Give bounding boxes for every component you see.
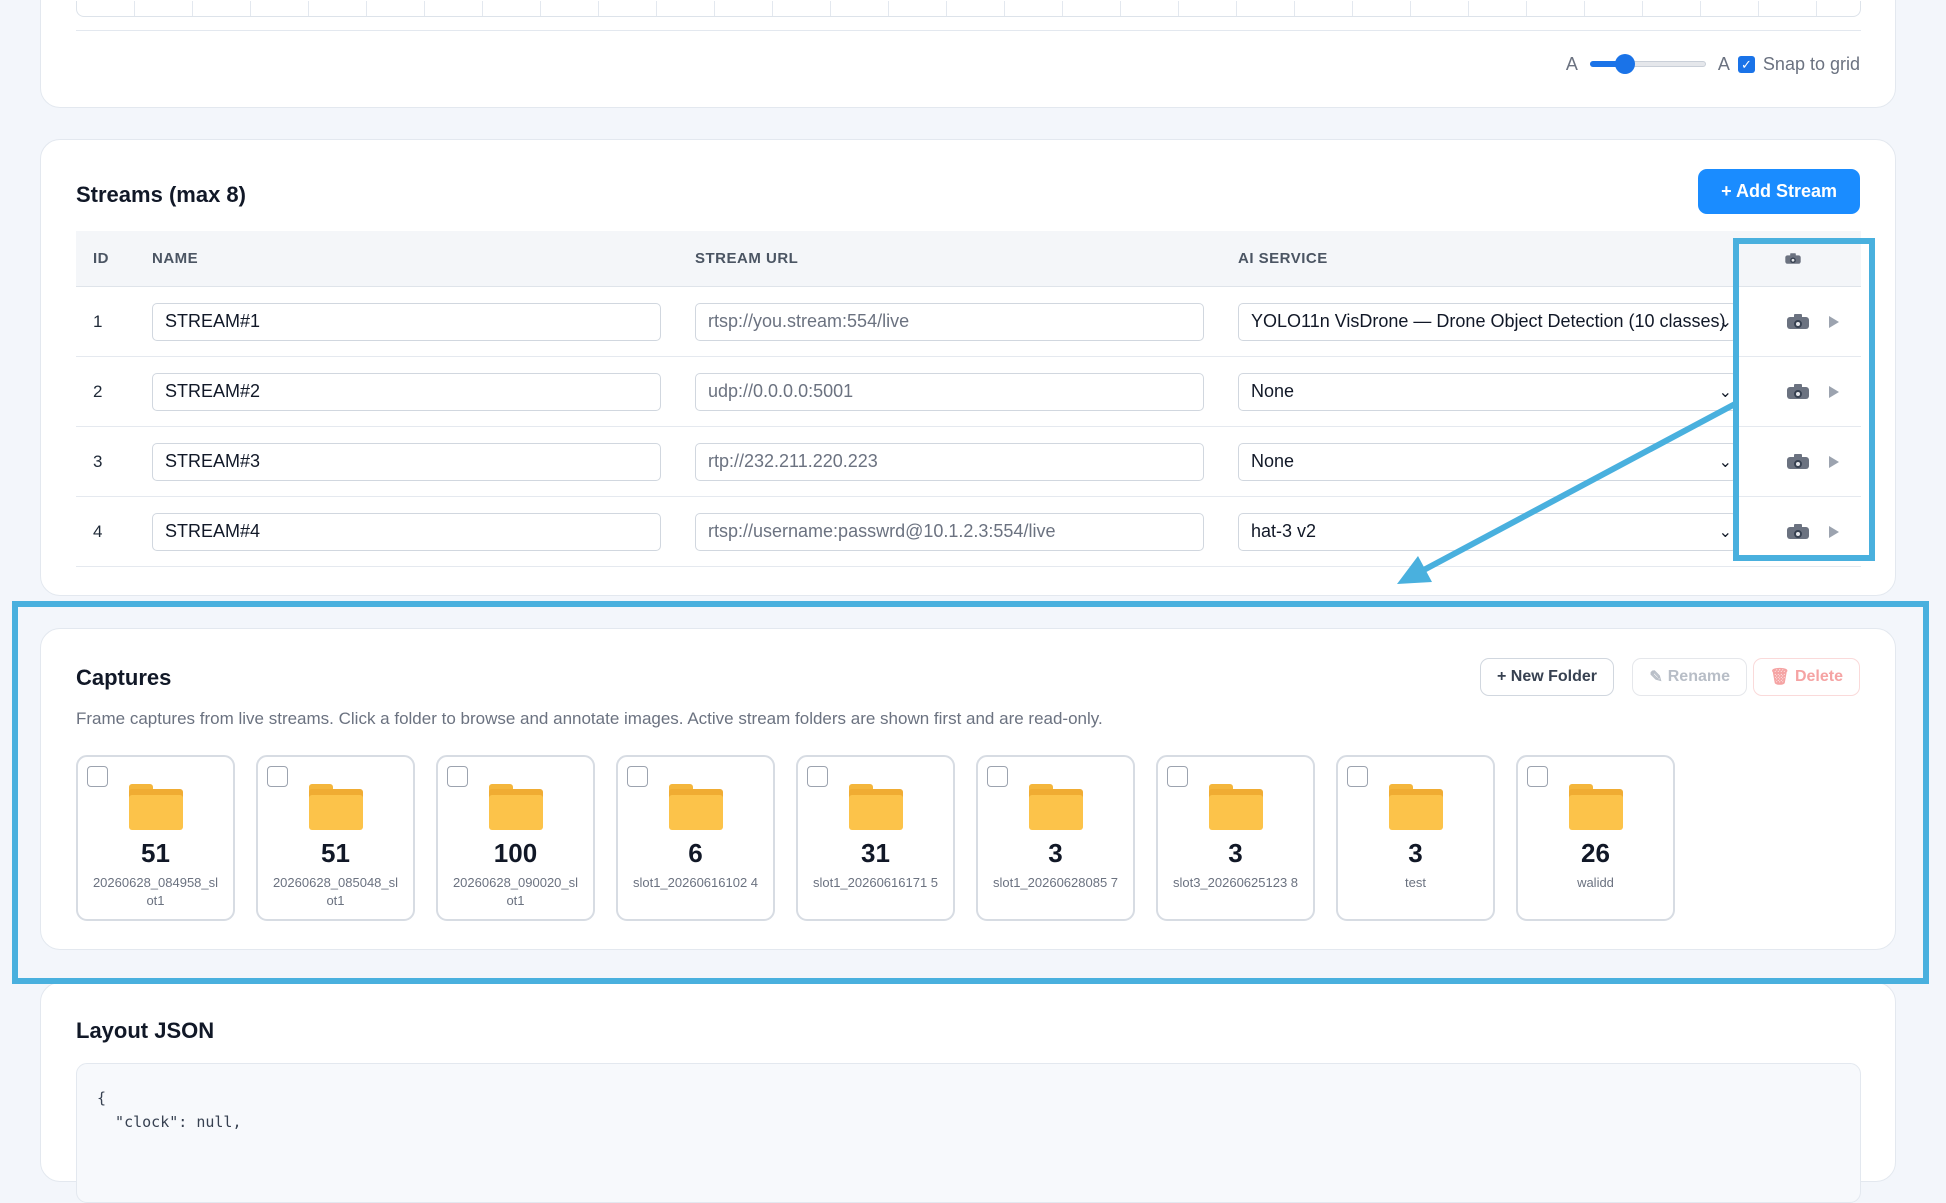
streams-title: Streams (max 8) xyxy=(76,182,246,207)
streams-table: ID NAME STREAM URL AI SERVICE 1 STREAM#1… xyxy=(76,231,1861,567)
grid-size-small-label: A xyxy=(1565,53,1578,74)
ai-service-value: YOLO11n VisDrone — Drone Object Detectio… xyxy=(1251,311,1726,331)
table-row: 2 STREAM#2 udp://0.0.0.0:5001 None ⌄ xyxy=(76,357,1861,427)
grid-card: A A ✓ Snap to grid xyxy=(40,0,1896,108)
stream-name-input[interactable]: STREAM#3 xyxy=(152,442,661,481)
table-row: 1 STREAM#1 rtsp://you.stream:554/live YO… xyxy=(76,287,1861,357)
header-id: ID xyxy=(93,250,109,267)
ai-service-value: None xyxy=(1251,451,1295,471)
layout-json-card: Layout JSON { "clock": null, xyxy=(40,982,1896,1203)
header-ai-service: AI SERVICE xyxy=(1238,250,1328,267)
table-header: ID NAME STREAM URL AI SERVICE xyxy=(76,231,1861,287)
chevron-down-icon: ⌄ xyxy=(1718,383,1732,401)
highlight-captures-section xyxy=(12,601,1929,984)
header-name: NAME xyxy=(152,250,199,267)
stream-url-input[interactable]: udp://0.0.0.0:5001 xyxy=(695,372,1204,411)
stream-name-input[interactable]: STREAM#4 xyxy=(152,512,661,551)
ai-service-select[interactable]: YOLO11n VisDrone — Drone Object Detectio… xyxy=(1238,302,1737,341)
streams-card: Streams (max 8) + Add Stream ID NAME STR… xyxy=(40,139,1896,596)
stream-name-input[interactable]: STREAM#2 xyxy=(152,372,661,411)
layout-grid[interactable] xyxy=(76,1,1861,17)
divider xyxy=(76,30,1861,31)
layout-json-title: Layout JSON xyxy=(76,1018,215,1043)
chevron-down-icon: ⌄ xyxy=(1718,523,1732,541)
ai-service-value: hat-3 v2 xyxy=(1251,521,1317,541)
stream-id: 2 xyxy=(93,381,103,401)
grid-controls: A A ✓ Snap to grid xyxy=(1566,51,1860,77)
layout-json-code[interactable]: { "clock": null, xyxy=(76,1063,1861,1203)
add-stream-button[interactable]: + Add Stream xyxy=(1698,169,1860,214)
stream-url-input[interactable]: rtp://232.211.220.223 xyxy=(695,442,1204,481)
snap-to-grid-checkbox[interactable]: ✓ xyxy=(1737,55,1755,73)
chevron-down-icon: ⌄ xyxy=(1718,453,1732,471)
ai-service-select[interactable]: None ⌄ xyxy=(1238,372,1737,411)
stream-name-input[interactable]: STREAM#1 xyxy=(152,302,661,341)
ai-service-select[interactable]: hat-3 v2 ⌄ xyxy=(1238,512,1737,551)
table-row: 4 STREAM#4 rtsp://username:passwrd@10.1.… xyxy=(76,497,1861,567)
grid-size-large-label: A xyxy=(1717,53,1730,74)
chevron-down-icon: ⌄ xyxy=(1718,313,1732,331)
stream-id: 1 xyxy=(93,311,103,331)
table-row: 3 STREAM#3 rtp://232.211.220.223 None ⌄ xyxy=(76,427,1861,497)
stream-id: 3 xyxy=(93,451,103,471)
snap-to-grid-label: Snap to grid xyxy=(1762,53,1860,74)
stream-id: 4 xyxy=(93,521,103,541)
stream-url-input[interactable]: rtsp://username:passwrd@10.1.2.3:554/liv… xyxy=(695,512,1204,551)
slider-thumb[interactable] xyxy=(1614,54,1635,74)
stream-url-input[interactable]: rtsp://you.stream:554/live xyxy=(695,302,1204,341)
ai-service-select[interactable]: None ⌄ xyxy=(1238,442,1737,481)
ai-service-value: None xyxy=(1251,381,1295,401)
header-url: STREAM URL xyxy=(695,250,799,267)
grid-size-slider[interactable] xyxy=(1589,54,1706,74)
highlight-actions-column xyxy=(1733,238,1875,561)
